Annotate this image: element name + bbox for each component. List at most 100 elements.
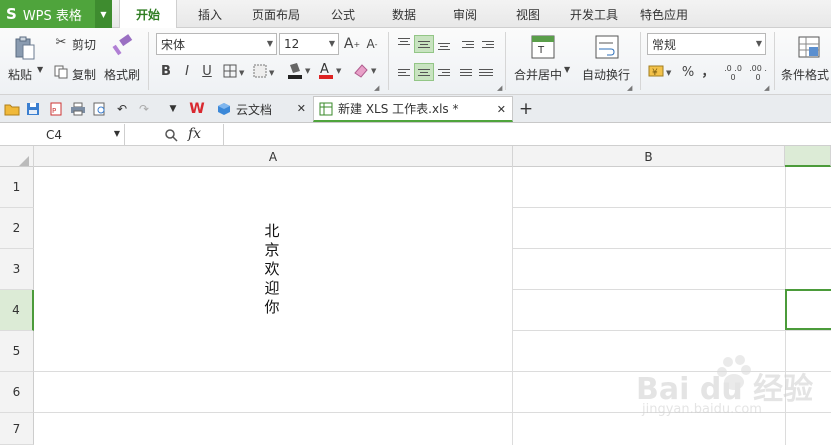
doc-tab-active[interactable]: 新建 XLS 工作表.xls * ✕ (313, 96, 513, 122)
borders-icon[interactable]: ▼ (222, 63, 248, 79)
doc-tab-cloud[interactable]: 云文档 ✕ (216, 96, 312, 122)
print-icon[interactable] (70, 101, 86, 117)
doc-tab-label: 新建 XLS 工作表.xls * (338, 102, 459, 116)
tab-home[interactable]: 开始 (119, 0, 177, 29)
column-header-a[interactable]: A (34, 146, 513, 167)
paste-dropdown-icon[interactable]: ▼ (37, 65, 43, 74)
merge-center-icon: T (530, 34, 556, 60)
percent-button[interactable]: % (681, 63, 695, 81)
export-pdf-icon[interactable]: P (48, 101, 64, 117)
cell-fill-pattern-icon[interactable]: ▼ (252, 63, 278, 79)
bold-button[interactable]: B (158, 63, 174, 79)
redo-icon[interactable]: ↷ (136, 101, 152, 117)
name-box[interactable]: C4 ▼ (0, 124, 125, 146)
number-dialog-launcher-icon[interactable]: ◢ (764, 84, 769, 92)
increase-indent-icon[interactable] (478, 35, 498, 53)
formula-input[interactable] (223, 124, 831, 146)
font-color-icon[interactable]: A ▼ (317, 61, 345, 81)
decrease-font-icon[interactable]: A- (363, 36, 381, 52)
cut-button[interactable]: 剪切 (72, 36, 96, 53)
row-header-2[interactable]: 2 (0, 208, 34, 249)
font-name-select[interactable]: 宋体 ▼ (156, 33, 277, 55)
app-menu-dropdown-icon[interactable]: ▼ (95, 0, 112, 28)
paste-icon[interactable] (12, 34, 38, 62)
tab-review[interactable]: 审阅 (442, 0, 488, 28)
alignment-dialog-launcher-icon[interactable]: ◢ (497, 84, 502, 92)
align-bottom-icon[interactable] (434, 35, 454, 53)
column-header-c[interactable] (785, 146, 831, 167)
insert-function-button[interactable]: fx (188, 126, 201, 142)
merge-dropdown-icon[interactable]: ▼ (564, 65, 570, 74)
tab-view[interactable]: 视图 (505, 0, 551, 28)
gridline (513, 330, 831, 331)
italic-button[interactable]: I (179, 63, 195, 79)
copy-icon (53, 64, 69, 80)
format-painter-button[interactable]: 格式刷 (104, 66, 140, 83)
merge-dialog-launcher-icon[interactable]: ◢ (627, 84, 632, 92)
row-header-6[interactable]: 6 (0, 372, 34, 413)
chevron-down-icon[interactable]: ▼ (114, 129, 120, 138)
align-middle-icon[interactable] (414, 35, 434, 53)
align-center-icon[interactable] (414, 63, 434, 81)
merge-center-button[interactable]: 合并居中 (514, 66, 562, 83)
tab-special-features[interactable]: 特色应用 (634, 0, 694, 28)
undo-icon[interactable]: ↶ (114, 101, 130, 117)
fill-color-icon[interactable]: ▼ (286, 61, 314, 81)
conditional-format-button[interactable]: 条件格式 (781, 66, 829, 83)
close-icon[interactable]: ✕ (297, 102, 306, 115)
tab-developer[interactable]: 开发工具 (564, 0, 624, 28)
zoom-search-icon[interactable] (163, 127, 179, 143)
font-dialog-launcher-icon[interactable]: ◢ (374, 84, 379, 92)
align-right-icon[interactable] (434, 63, 454, 81)
wps-w-logo-icon[interactable]: W (189, 101, 205, 117)
chevron-down-icon: ▼ (266, 39, 273, 48)
row-header-1[interactable]: 1 (0, 167, 34, 208)
clear-format-icon[interactable]: ▼ (352, 61, 380, 81)
quick-access-menu-icon[interactable]: ▼ (165, 101, 181, 117)
row-header-3[interactable]: 3 (0, 249, 34, 290)
justify-icon[interactable] (456, 63, 476, 81)
column-header-b[interactable]: B (513, 146, 785, 167)
tab-data[interactable]: 数据 (381, 0, 427, 28)
decrease-decimal-label: .00 .0 (749, 64, 767, 82)
tab-page-layout[interactable]: 页面布局 (243, 0, 309, 28)
paste-button[interactable]: 粘贴 (8, 66, 32, 83)
decrease-decimal-button[interactable]: .00 .0 (747, 61, 769, 85)
row-header-7[interactable]: 7 (0, 413, 34, 445)
select-all-corner[interactable] (0, 146, 34, 167)
svg-text:▼: ▼ (666, 69, 672, 77)
ribbon-separator (774, 32, 775, 90)
row-header-5[interactable]: 5 (0, 331, 34, 372)
increase-decimal-button[interactable]: .0 .00 (722, 61, 744, 85)
underline-button[interactable]: U (199, 63, 215, 79)
comma-button[interactable]: ， (701, 61, 715, 80)
align-top-icon[interactable] (394, 35, 414, 53)
distribute-icon[interactable] (476, 63, 496, 81)
app-title: WPS 表格 (22, 8, 82, 24)
increase-font-icon[interactable]: A + (343, 36, 361, 52)
svg-text:T: T (537, 45, 545, 56)
svg-text:▼: ▼ (239, 69, 245, 77)
cell-char: 你 (264, 298, 280, 316)
open-folder-icon[interactable] (4, 101, 20, 117)
font-size-select[interactable]: 12 ▼ (279, 33, 339, 55)
tab-insert[interactable]: 插入 (187, 0, 233, 28)
align-left-icon[interactable] (394, 63, 414, 81)
baidu-jingyan-watermark: Bai du 经验 jingyan.baidu.com (636, 352, 826, 442)
cell-char: 北 (264, 222, 280, 240)
print-preview-icon[interactable] (92, 101, 108, 117)
save-icon[interactable] (25, 101, 41, 117)
number-format-select[interactable]: 常规 ▼ (647, 33, 766, 55)
selected-cell-c4[interactable] (785, 289, 831, 330)
decrease-indent-icon[interactable] (458, 35, 478, 53)
cell-char: 迎 (264, 279, 280, 297)
tab-formulas[interactable]: 公式 (320, 0, 366, 28)
copy-button[interactable]: 复制 (72, 66, 96, 83)
new-tab-plus-icon[interactable]: + (518, 99, 534, 119)
wps-logo-button[interactable]: S WPS 表格 (0, 0, 95, 28)
wrap-text-button[interactable]: 自动换行 (582, 66, 630, 83)
currency-icon[interactable]: ¥ ▼ (648, 63, 676, 81)
close-icon[interactable]: ✕ (497, 103, 506, 116)
format-painter-icon (110, 34, 134, 58)
row-header-4[interactable]: 4 (0, 290, 34, 331)
